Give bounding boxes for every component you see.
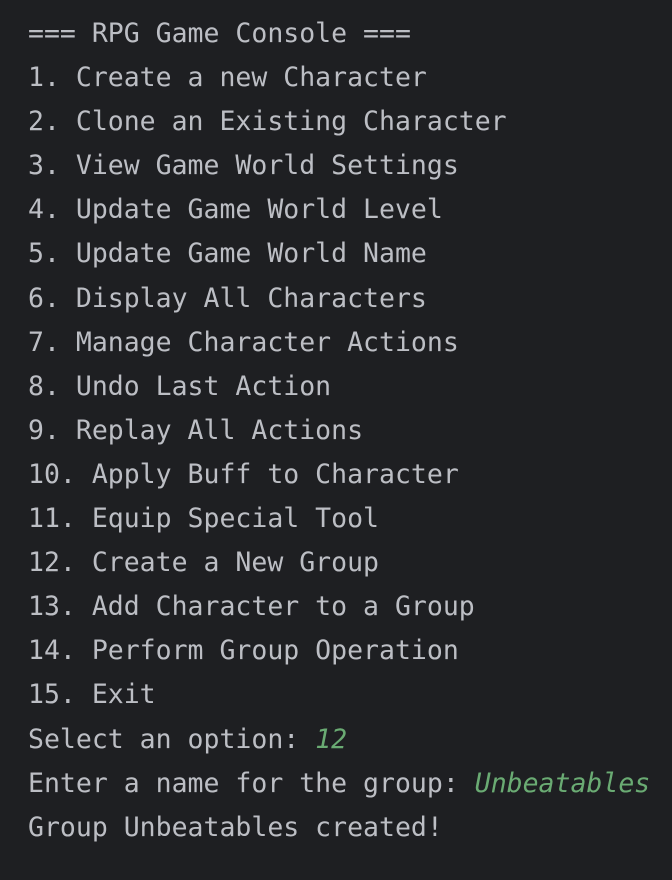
menu-item-group-operation: 14. Perform Group Operation xyxy=(28,635,459,667)
menu-item-create-group: 12. Create a New Group xyxy=(28,547,379,579)
menu-item-manage-actions: 7. Manage Character Actions xyxy=(28,326,459,358)
menu-item-clone-character: 2. Clone an Existing Character xyxy=(28,106,507,138)
menu-item-exit: 15. Exit xyxy=(28,679,156,711)
menu-item-create-character: 1. Create a new Character xyxy=(28,62,427,94)
console-header: === RPG Game Console === xyxy=(28,18,411,49)
menu-item-undo-action: 8. Undo Last Action xyxy=(28,370,332,402)
menu-item-display-characters: 6. Display All Characters xyxy=(28,282,427,314)
option-prompt-line: Select an option: 12 xyxy=(28,721,672,765)
group-name-prompt-label: Enter a name for the group: xyxy=(28,767,475,799)
option-prompt-label: Select an option: xyxy=(28,723,316,755)
console-output: === RPG Game Console === 1. Create a new… xyxy=(0,0,672,880)
menu-item-view-world-settings: 3. View Game World Settings xyxy=(28,150,459,182)
menu-item-apply-buff: 10. Apply Buff to Character xyxy=(28,458,459,490)
option-input-value[interactable]: 12 xyxy=(315,724,347,755)
result-message: Group Unbeatables created! xyxy=(28,811,443,843)
group-name-prompt-line: Enter a name for the group: Unbeatables xyxy=(28,765,672,809)
menu-item-replay-actions: 9. Replay All Actions xyxy=(28,414,364,446)
menu-item-equip-tool: 11. Equip Special Tool xyxy=(28,503,379,535)
group-name-input-value[interactable]: Unbeatables xyxy=(475,768,651,799)
menu-item-update-world-level: 4. Update Game World Level xyxy=(28,194,443,226)
menu-item-add-to-group: 13. Add Character to a Group xyxy=(28,591,475,623)
menu-item-update-world-name: 5. Update Game World Name xyxy=(28,238,427,270)
